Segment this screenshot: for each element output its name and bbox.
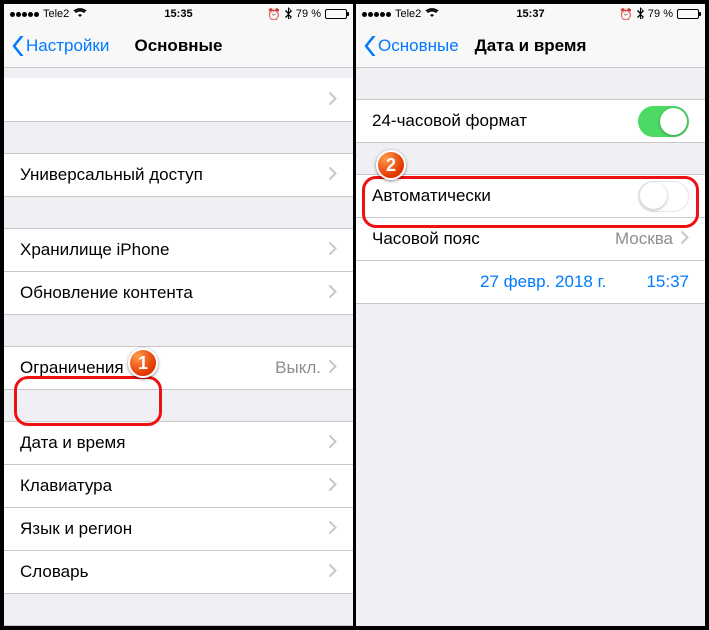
bluetooth-icon — [637, 7, 644, 22]
chevron-right-icon — [681, 229, 689, 249]
row-label: Словарь — [20, 562, 329, 582]
right-phone: Tele2 15:37 ⏰ 79 % Основные Дата и время… — [356, 4, 705, 626]
battery-percent: 79 % — [296, 8, 321, 20]
left-phone: Tele2 15:35 ⏰ 79 % Настройки Основные — [4, 4, 353, 626]
carrier-label: Tele2 — [43, 8, 69, 20]
back-button[interactable]: Настройки — [12, 36, 109, 56]
chevron-right-icon — [329, 433, 337, 453]
row-partial-top[interactable] — [4, 78, 353, 122]
row-timezone[interactable]: Часовой пояс Москва — [356, 217, 705, 261]
battery-percent: 79 % — [648, 8, 673, 20]
chevron-left-icon — [364, 36, 376, 56]
chevron-right-icon — [329, 240, 337, 260]
step-badge-1: 1 — [128, 348, 158, 378]
chevron-right-icon — [329, 476, 337, 496]
toggle-automatic[interactable] — [638, 181, 689, 212]
toggle-24hour[interactable] — [638, 106, 689, 137]
back-button[interactable]: Основные — [364, 36, 459, 56]
row-date-time[interactable]: Дата и время — [4, 421, 353, 465]
date-value[interactable]: 27 февр. 2018 г. — [480, 272, 606, 292]
bluetooth-icon — [285, 7, 292, 22]
row-accessibility[interactable]: Универсальный доступ — [4, 153, 353, 197]
time-value[interactable]: 15:37 — [646, 272, 689, 292]
step-badge-2: 2 — [376, 150, 406, 180]
alarm-icon: ⏰ — [619, 8, 633, 21]
back-label: Настройки — [26, 36, 109, 56]
wifi-icon — [425, 8, 439, 21]
row-dictionary[interactable]: Словарь — [4, 550, 353, 594]
battery-icon — [325, 9, 347, 19]
signal-icon — [10, 12, 39, 17]
row-restrictions[interactable]: Ограничения Выкл. — [4, 346, 353, 390]
row-detail: Выкл. — [275, 358, 321, 378]
chevron-right-icon — [329, 562, 337, 582]
row-label: Клавиатура — [20, 476, 329, 496]
row-label: Автоматически — [372, 186, 638, 206]
row-itunes-wifi-sync[interactable]: Синхронизация с iTunes по Wi-Fi — [4, 625, 353, 626]
row-24hour[interactable]: 24-часовой формат — [356, 99, 705, 143]
wifi-icon — [73, 8, 87, 21]
row-automatic[interactable]: Автоматически — [356, 174, 705, 218]
row-label: Часовой пояс — [372, 229, 615, 249]
chevron-right-icon — [329, 283, 337, 303]
chevron-right-icon — [329, 358, 337, 378]
row-detail: Москва — [615, 229, 673, 249]
status-bar: Tele2 15:35 ⏰ 79 % — [4, 4, 353, 24]
row-background-refresh[interactable]: Обновление контента — [4, 271, 353, 315]
row-label: Язык и регион — [20, 519, 329, 539]
nav-bar: Основные Дата и время — [356, 24, 705, 68]
settings-list: 24-часовой формат Автоматически Часовой … — [356, 68, 705, 626]
status-bar: Tele2 15:37 ⏰ 79 % — [356, 4, 705, 24]
signal-icon — [362, 12, 391, 17]
row-storage[interactable]: Хранилище iPhone — [4, 228, 353, 272]
nav-bar: Настройки Основные — [4, 24, 353, 68]
chevron-left-icon — [12, 36, 24, 56]
row-label: Дата и время — [20, 433, 329, 453]
carrier-label: Tele2 — [395, 8, 421, 20]
row-label: 24-часовой формат — [372, 111, 638, 131]
row-date-picker[interactable]: 27 февр. 2018 г. 15:37 — [356, 260, 705, 304]
row-label: Хранилище iPhone — [20, 240, 329, 260]
row-label: Обновление контента — [20, 283, 329, 303]
battery-icon — [677, 9, 699, 19]
row-language-region[interactable]: Язык и регион — [4, 507, 353, 551]
settings-list: Универсальный доступ Хранилище iPhone Об… — [4, 68, 353, 626]
row-label: Универсальный доступ — [20, 165, 329, 185]
chevron-right-icon — [329, 90, 337, 110]
back-label: Основные — [378, 36, 459, 56]
alarm-icon: ⏰ — [267, 8, 281, 21]
chevron-right-icon — [329, 519, 337, 539]
row-keyboard[interactable]: Клавиатура — [4, 464, 353, 508]
chevron-right-icon — [329, 165, 337, 185]
